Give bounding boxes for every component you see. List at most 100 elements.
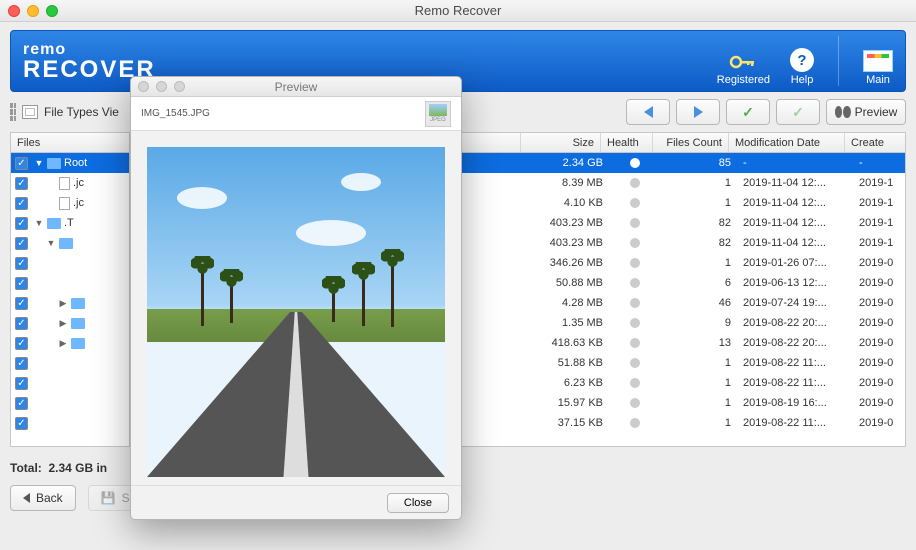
- health-dot-icon: [630, 378, 640, 388]
- nav-back-button[interactable]: [626, 99, 670, 125]
- folder-icon: [59, 238, 73, 249]
- checkbox[interactable]: [15, 417, 28, 430]
- window-maximize-icon[interactable]: [46, 5, 58, 17]
- tree-row[interactable]: ▼.T: [11, 213, 129, 233]
- checkbox[interactable]: [15, 337, 28, 350]
- health-dot-icon: [630, 218, 640, 228]
- health-dot-icon: [630, 198, 640, 208]
- preview-button[interactable]: Preview: [826, 99, 906, 125]
- cell-health: [609, 293, 661, 313]
- back-button[interactable]: Back: [10, 485, 76, 511]
- tree-body[interactable]: ▼Root.jc.jc▼.T▼▶▶▶: [11, 153, 129, 446]
- preview-close-icon[interactable]: [138, 81, 149, 92]
- checkbox[interactable]: [15, 157, 28, 170]
- disclosure-icon[interactable]: ▶: [58, 298, 68, 309]
- checkbox[interactable]: [15, 257, 28, 270]
- cell-count: 46: [661, 293, 737, 313]
- cell-count: 1: [661, 173, 737, 193]
- cell-cdate: 2019-0: [853, 313, 905, 333]
- col-cdate[interactable]: Create: [845, 133, 905, 152]
- checkbox[interactable]: [15, 197, 28, 210]
- tree-row[interactable]: [11, 273, 129, 293]
- tree-row[interactable]: ▶: [11, 293, 129, 313]
- tree-row[interactable]: .jc: [11, 193, 129, 213]
- app-logo: remo RECOVER: [23, 41, 156, 81]
- checkbox[interactable]: [15, 397, 28, 410]
- checkbox[interactable]: [15, 297, 28, 310]
- tree-row[interactable]: .jc: [11, 173, 129, 193]
- cell-mdate: 2019-01-26 07:...: [737, 253, 853, 273]
- cell-mdate: 2019-07-24 19:...: [737, 293, 853, 313]
- disclosure-icon[interactable]: ▼: [34, 158, 44, 168]
- tree-row[interactable]: ▼ Root: [11, 153, 129, 173]
- cell-cdate: 2019-0: [853, 333, 905, 353]
- cell-size: 37.15 KB: [529, 413, 609, 433]
- window-minimize-icon[interactable]: [27, 5, 39, 17]
- checkbox[interactable]: [15, 357, 28, 370]
- tree-row[interactable]: ▶: [11, 333, 129, 353]
- preview-titlebar[interactable]: Preview: [131, 77, 461, 97]
- health-dot-icon: [630, 278, 640, 288]
- cell-size: 51.88 KB: [529, 353, 609, 373]
- cell-health: [609, 393, 661, 413]
- preview-title: Preview: [275, 80, 318, 94]
- window-close-icon[interactable]: [8, 5, 20, 17]
- cell-size: 2.34 GB: [529, 153, 609, 173]
- tree-label: .jc: [73, 177, 84, 189]
- tree-label: Root: [64, 157, 87, 169]
- help-label: Help: [791, 74, 814, 86]
- preview-dialog: Preview IMG_1545.JPG JPEG Close: [130, 76, 462, 520]
- preview-max-icon[interactable]: [174, 81, 185, 92]
- view-switcher[interactable]: File Types Vie: [10, 103, 119, 121]
- checkbox[interactable]: [15, 317, 28, 330]
- preview-fileinfo: IMG_1545.JPG JPEG: [131, 97, 461, 131]
- tree-row[interactable]: [11, 373, 129, 393]
- preview-min-icon[interactable]: [156, 81, 167, 92]
- nav-forward-button[interactable]: [676, 99, 720, 125]
- col-mdate[interactable]: Modification Date: [729, 133, 845, 152]
- preview-footer: Close: [131, 485, 461, 519]
- preview-close-button[interactable]: Close: [387, 493, 449, 513]
- cell-size: 418.63 KB: [529, 333, 609, 353]
- file-types-icon: [22, 105, 38, 119]
- check-button[interactable]: ✓: [726, 99, 770, 125]
- cell-cdate: 2019-0: [853, 253, 905, 273]
- tree-row[interactable]: [11, 253, 129, 273]
- disk-icon: 💾: [101, 491, 116, 505]
- tree-label: .jc: [73, 197, 84, 209]
- disclosure-icon[interactable]: ▼: [34, 218, 44, 228]
- cell-cdate: 2019-1: [853, 173, 905, 193]
- main-label: Main: [866, 74, 890, 86]
- tree-row[interactable]: [11, 413, 129, 433]
- arrow-right-icon: [694, 106, 703, 118]
- grip-icon: [10, 103, 16, 121]
- checkbox[interactable]: [15, 377, 28, 390]
- total-value: 2.34 GB in: [48, 461, 107, 475]
- main-button[interactable]: Main: [863, 50, 893, 86]
- preview-label: Preview: [855, 105, 898, 119]
- col-count[interactable]: Files Count: [653, 133, 729, 152]
- checkbox[interactable]: [15, 277, 28, 290]
- checkbox[interactable]: [15, 237, 28, 250]
- disclosure-icon[interactable]: ▶: [58, 338, 68, 349]
- tree-row[interactable]: [11, 393, 129, 413]
- checkbox[interactable]: [15, 217, 28, 230]
- tree-row[interactable]: ▶: [11, 313, 129, 333]
- checkbox[interactable]: [15, 177, 28, 190]
- registered-button[interactable]: Registered: [717, 52, 770, 86]
- cell-mdate: 2019-11-04 12:...: [737, 213, 853, 233]
- cell-cdate: 2019-1: [853, 213, 905, 233]
- help-button[interactable]: ? Help: [790, 48, 814, 86]
- cell-cdate: 2019-0: [853, 373, 905, 393]
- tree-row[interactable]: ▼: [11, 233, 129, 253]
- health-dot-icon: [630, 238, 640, 248]
- col-health[interactable]: Health: [601, 133, 653, 152]
- uncheck-button[interactable]: ✓: [776, 99, 820, 125]
- disclosure-icon[interactable]: ▼: [46, 238, 56, 248]
- health-dot-icon: [630, 358, 640, 368]
- tree-row[interactable]: [11, 353, 129, 373]
- cell-cdate: 2019-0: [853, 273, 905, 293]
- col-size[interactable]: Size: [521, 133, 601, 152]
- separator: [838, 36, 839, 86]
- disclosure-icon[interactable]: ▶: [58, 318, 68, 329]
